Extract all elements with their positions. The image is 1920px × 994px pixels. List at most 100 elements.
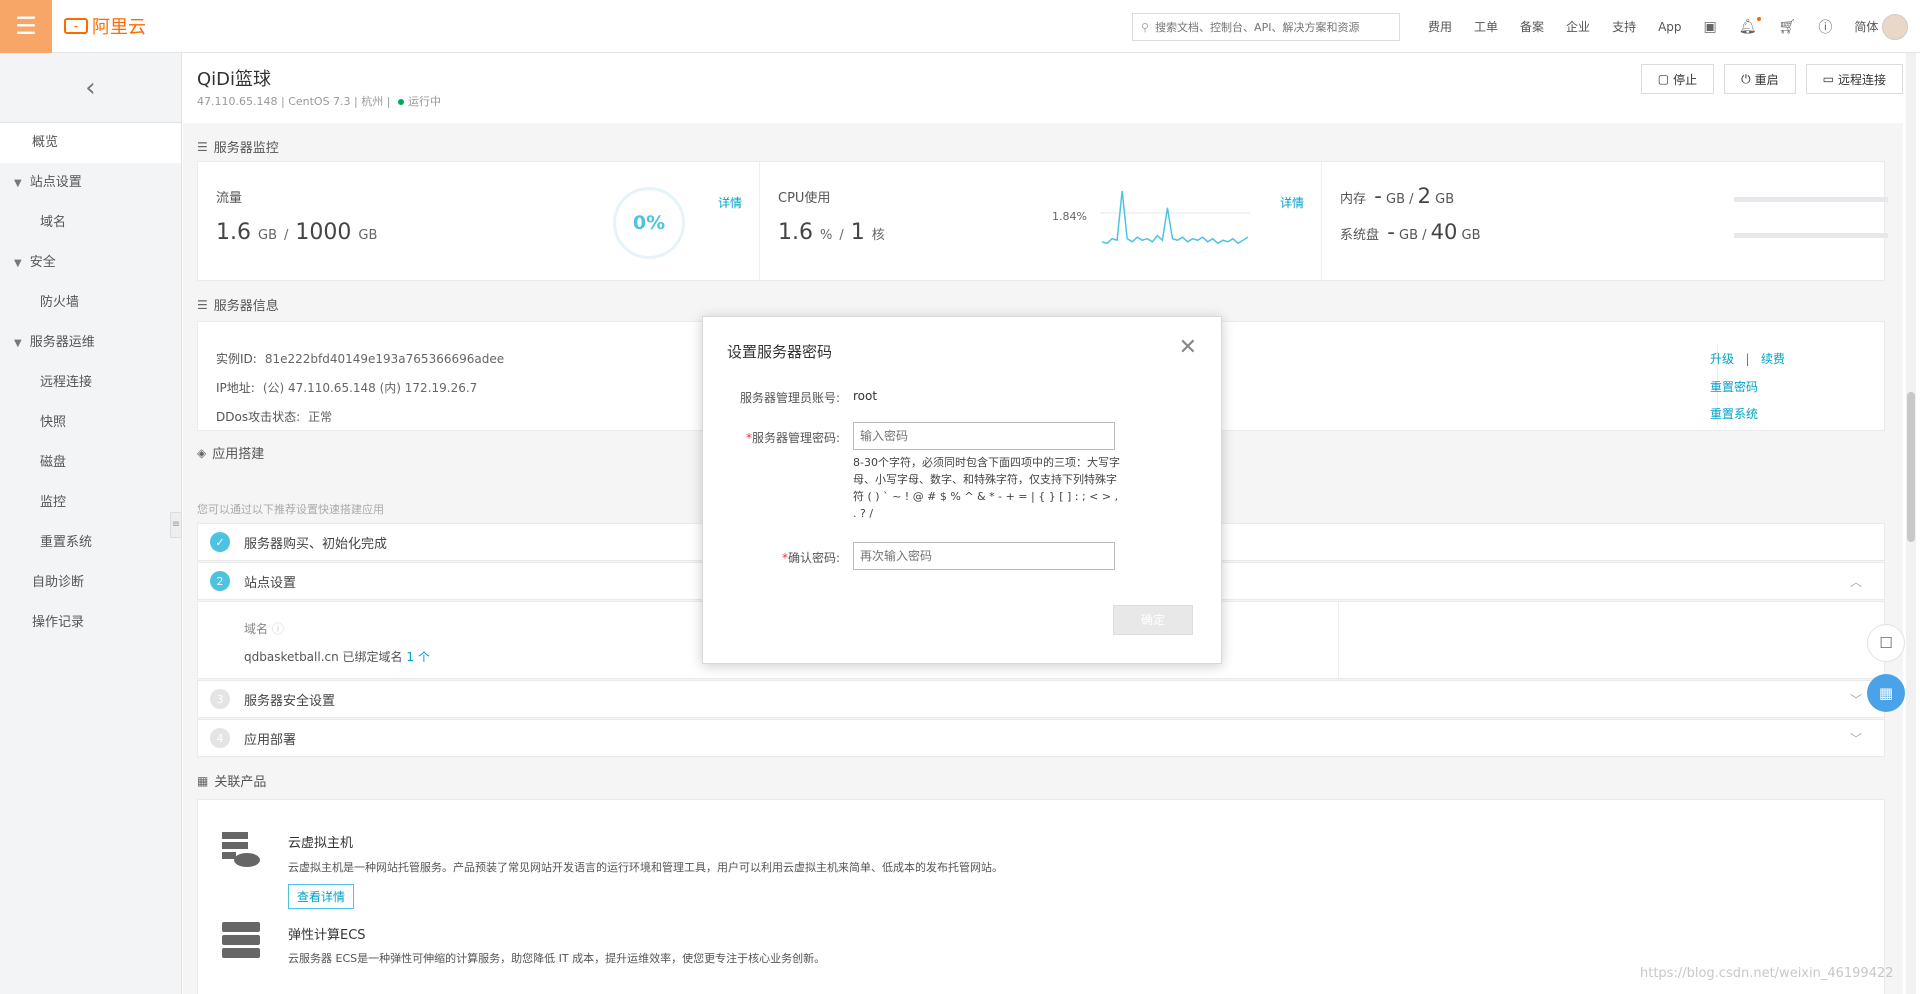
chat-icon[interactable]: ☐ <box>1867 624 1905 662</box>
section-label: 应用搭建 <box>212 447 265 462</box>
related-products-card: 云虚拟主机 云虚拟主机是一种网站托管服务。产品预装了常见网站开发语言的运行环境和… <box>197 799 1885 994</box>
cpu-series-line <box>1101 190 1249 245</box>
separator: / <box>284 228 289 243</box>
domain-label-row: 域名 ⓘ <box>244 620 284 637</box>
restart-button[interactable]: ⏻ 重启 <box>1724 64 1796 94</box>
top-bar: ☰ - 阿里云 ⚲ 费用 工单 备案 企业 支持 App ▣ 🔔︎ 🛒︎ ⓘ 简… <box>0 0 1920 53</box>
instance-id-row: 实例ID: 81e222bfd40149e193a765366696adee <box>216 350 504 367</box>
step-label: 服务器安全设置 <box>244 693 336 709</box>
cube-icon: ◈ <box>197 445 207 460</box>
language-switch[interactable]: 简体 <box>1854 18 1878 35</box>
apps-grid-icon[interactable]: ▦ <box>1867 674 1905 712</box>
password-input[interactable] <box>853 422 1115 450</box>
ip-label: IP地址: <box>216 381 255 395</box>
search-box[interactable]: ⚲ <box>1132 13 1400 41</box>
sidebar-item-oplog[interactable]: 操作记录 <box>0 603 181 643</box>
disk-usage-bar <box>1734 233 1888 238</box>
sidebar-item-snapshot[interactable]: 快照 <box>0 403 181 443</box>
domain-count-link[interactable]: 1 个 <box>406 650 429 664</box>
caret-down-icon: ▼ <box>14 258 22 269</box>
sidebar-item-reset-system[interactable]: 重置系统 <box>0 523 181 563</box>
upgrade-link[interactable]: 升级 <box>1710 352 1734 366</box>
product-title-ecs: 弹性计算ECS <box>288 928 366 943</box>
password-hint: 8-30个字符，必须同时包含下面四项中的三项：大写字母、小写字母、数字、和特殊字… <box>853 456 1120 520</box>
confirm-password-input[interactable] <box>853 542 1115 570</box>
sidebar-group-security[interactable]: ▼ 安全 <box>0 243 181 283</box>
cpu-detail-link[interactable]: 详情 <box>1280 194 1304 211</box>
monitor-card: 流量 1.6 GB / 1000 GB 0% 详情 CPU使用 1.6 % / … <box>197 161 1888 282</box>
terminal-icon[interactable]: ▣ <box>1704 19 1717 35</box>
search-input[interactable] <box>1155 20 1386 34</box>
dialog-title: 设置服务器密码 <box>727 343 833 361</box>
ip-row: IP地址: (公) 47.110.65.148 (内) 172.19.26.7 <box>216 379 477 396</box>
sidebar-group-site-settings[interactable]: ▼ 站点设置 <box>0 163 181 203</box>
step-row-4[interactable]: 4 应用部署 ﹀ <box>197 719 1885 757</box>
nav-app[interactable]: App <box>1658 20 1681 34</box>
ddos-status: 正常 <box>308 410 333 424</box>
renew-link[interactable]: 续费 <box>1761 352 1785 366</box>
caret-down-icon: ▼ <box>14 338 22 349</box>
password-label: *服务器管理密码: <box>703 429 840 446</box>
stop-button[interactable]: ▢ 停止 <box>1640 64 1715 94</box>
step-row-3[interactable]: 3 服务器安全设置 ﹀ <box>197 680 1885 718</box>
ok-button[interactable]: 确定 <box>1113 605 1193 635</box>
monitor-section-title: ☰ 服务器监控 <box>197 137 279 157</box>
info-section-title: ☰ 服务器信息 <box>197 295 279 315</box>
back-chevron-icon[interactable]: ‹ <box>0 53 181 123</box>
sidebar-item-diagnose[interactable]: 自助诊断 <box>0 563 181 603</box>
sidebar-item-domain[interactable]: 域名 <box>0 203 181 243</box>
avatar[interactable] <box>1882 14 1908 40</box>
server-meta: 47.110.65.148 | CentOS 7.3 | 杭州 | 运行中 <box>197 95 441 108</box>
help-icon[interactable]: ⓘ <box>1818 17 1832 37</box>
nav-fees[interactable]: 费用 <box>1428 18 1452 35</box>
aliyun-logo[interactable]: - 阿里云 <box>64 13 146 39</box>
disk-used: - <box>1387 220 1395 244</box>
nav-enterprise[interactable]: 企业 <box>1566 18 1590 35</box>
panel-divider <box>1338 602 1339 680</box>
reset-system-link[interactable]: 重置系统 <box>1710 405 1758 422</box>
remote-connect-button[interactable]: ▭ 远程连接 <box>1805 64 1903 94</box>
step-label: 服务器购买、初始化完成 <box>244 536 388 552</box>
traffic-label: 流量 <box>216 191 243 206</box>
instance-id-label: 实例ID: <box>216 352 257 366</box>
nav-icp[interactable]: 备案 <box>1520 18 1544 35</box>
ip-value: (公) 47.110.65.148 (内) 172.19.26.7 <box>262 381 478 395</box>
status-dot <box>397 99 404 105</box>
stop-label: 停止 <box>1673 72 1698 87</box>
disk-total-unit: GB <box>1461 228 1481 243</box>
reset-password-link[interactable]: 重置密码 <box>1710 378 1758 395</box>
sidebar-group-ops[interactable]: ▼ 服务器运维 <box>0 323 181 363</box>
scrollbar-thumb[interactable] <box>1907 392 1915 542</box>
section-label: 服务器信息 <box>213 299 279 314</box>
server-os: CentOS 7.3 <box>288 95 351 108</box>
build-section-title: ◈ 应用搭建 <box>197 443 265 463</box>
step-label: 应用部署 <box>244 732 297 748</box>
page-title: QiDi篮球 <box>197 69 272 90</box>
help-circle-icon[interactable]: ⓘ <box>272 622 284 636</box>
stop-icon: ▢ <box>1657 72 1670 86</box>
sidebar-toggle-handle[interactable]: ≡ <box>170 512 182 538</box>
view-details-button[interactable]: 查看详情 <box>288 884 355 909</box>
watermark: https://blog.csdn.net/weixin_46199422 <box>1640 966 1894 981</box>
sidebar-item-firewall[interactable]: 防火墙 <box>0 283 181 323</box>
menu-icon[interactable]: ☰ <box>0 0 52 53</box>
remote-label: 远程连接 <box>1837 72 1886 87</box>
sidebar-item-remote[interactable]: 远程连接 <box>0 363 181 403</box>
cpu-total-unit: 核 <box>871 228 885 243</box>
traffic-used-unit: GB <box>258 228 277 243</box>
memory-used: - <box>1374 184 1382 208</box>
disk-used-unit: GB <box>1399 228 1418 243</box>
cart-icon[interactable]: 🛒︎ <box>1779 19 1797 35</box>
close-icon[interactable]: ✕ <box>1179 335 1197 360</box>
traffic-gauge: 0% <box>613 187 685 259</box>
product-desc-ecs: 云服务器 ECS是一种弹性可伸缩的计算服务，助您降低 IT 成本，提升运维效率，… <box>288 952 826 965</box>
nav-tickets[interactable]: 工单 <box>1474 18 1498 35</box>
build-subtitle: 您可以通过以下推荐设置快速搭建应用 <box>197 503 384 516</box>
traffic-detail-link[interactable]: 详情 <box>718 194 742 211</box>
sidebar-item-disk[interactable]: 磁盘 <box>0 443 181 483</box>
sidebar-item-overview[interactable]: 概览 <box>0 123 181 163</box>
memory-total-unit: GB <box>1435 192 1455 207</box>
sidebar-item-monitor[interactable]: 监控 <box>0 483 181 523</box>
nav-support[interactable]: 支持 <box>1612 18 1636 35</box>
bell-icon[interactable]: 🔔︎ <box>1739 16 1761 35</box>
